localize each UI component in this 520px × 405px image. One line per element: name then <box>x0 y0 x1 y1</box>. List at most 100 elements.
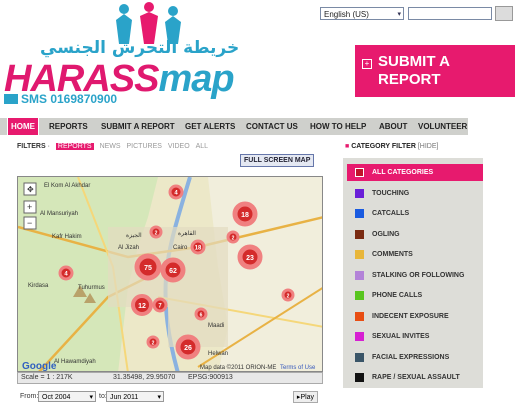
map-label: Maadi <box>208 323 224 329</box>
category-item[interactable]: RAPE / SEXUAL ASSAULT <box>347 369 483 386</box>
category-label: SEXUAL INVITES <box>372 333 430 340</box>
search-input[interactable] <box>408 7 492 20</box>
svg-text:75: 75 <box>144 265 152 272</box>
nav-contact-us[interactable]: CONTACT US <box>246 118 298 135</box>
map-cluster[interactable]: 23 <box>237 244 263 270</box>
category-label: TOUCHING <box>372 189 410 197</box>
category-item[interactable]: INDECENT EXPOSURE <box>347 308 483 325</box>
map-cluster[interactable]: 62 <box>160 257 186 283</box>
nav-volunteer[interactable]: VOLUNTEER <box>418 118 467 135</box>
category-swatch-icon <box>355 188 364 198</box>
category-swatch-icon <box>355 209 364 218</box>
map-cluster[interactable]: 4 <box>58 265 74 281</box>
nav-how-to-help[interactable]: HOW TO HELP <box>310 118 366 135</box>
map-label: Kafr Hakim <box>52 234 82 240</box>
category-label: ALL CATEGORIES <box>372 169 434 176</box>
category-swatch-icon <box>355 250 364 259</box>
filter-news[interactable]: NEWS <box>100 143 121 150</box>
map-cluster[interactable]: 2 <box>281 288 295 302</box>
svg-text:2: 2 <box>152 341 155 347</box>
map-cluster[interactable]: 18 <box>190 239 206 255</box>
from-label: From: <box>20 393 39 400</box>
category-item[interactable]: PHONE CALLS <box>347 287 483 304</box>
category-item[interactable]: CATCALLS <box>347 205 483 222</box>
chevron-down-icon: ▾ <box>89 394 93 401</box>
language-select[interactable]: English (US) ▾ <box>320 7 404 20</box>
svg-text:2: 2 <box>287 294 290 300</box>
category-item[interactable]: FACIAL EXPRESSIONS <box>347 349 483 366</box>
full-screen-map-button[interactable]: FULL SCREEN MAP <box>240 154 315 167</box>
svg-text:6: 6 <box>200 313 203 319</box>
svg-text:2: 2 <box>232 236 235 242</box>
map-cluster[interactable]: 26 <box>175 334 201 360</box>
category-item[interactable]: OGLING <box>347 226 483 243</box>
category-label: INDECENT EXPOSURE <box>372 312 449 320</box>
search-button[interactable] <box>495 6 513 21</box>
envelope-icon <box>4 94 18 104</box>
map-canvas[interactable]: El Kom Al Akhdar Al Mansuriyah Kafr Haki… <box>18 177 323 372</box>
google-logo: Google <box>22 361 57 372</box>
nav-home[interactable]: HOME <box>7 117 39 136</box>
filter-pictures[interactable]: PICTURES <box>127 143 162 150</box>
map-cluster[interactable]: 2 <box>146 335 160 349</box>
map[interactable]: El Kom Al Akhdar Al Mansuriyah Kafr Haki… <box>17 176 323 372</box>
category-swatch-icon <box>355 373 364 382</box>
category-swatch-icon <box>355 270 364 280</box>
map-cluster[interactable]: 7 <box>152 297 168 313</box>
svg-text:18: 18 <box>195 246 202 252</box>
main-nav: HOME REPORTS SUBMIT A REPORT GET ALERTS … <box>0 117 468 136</box>
category-item[interactable]: STALKING OR FOLLOWING <box>347 267 483 284</box>
category-swatch-icon <box>355 168 364 177</box>
category-item[interactable]: SEXUAL INVITES <box>347 328 483 345</box>
map-cluster[interactable]: 2 <box>226 230 240 244</box>
category-label: PHONE CALLS <box>372 292 423 299</box>
map-label: Helwan <box>208 351 228 357</box>
map-cluster[interactable]: 18 <box>232 201 258 227</box>
submit-report-button[interactable]: + SUBMIT A REPORT <box>355 45 515 97</box>
nav-submit-report[interactable]: SUBMIT A REPORT <box>101 118 175 135</box>
map-projection: EPSG:900913 <box>188 374 233 381</box>
map-label: El Kom Al Akhdar <box>44 183 90 189</box>
category-item[interactable]: TOUCHING <box>347 185 483 202</box>
category-list: ALL CATEGORIES TOUCHING CATCALLS OGLING COMM… <box>343 158 483 388</box>
nav-reports[interactable]: REPORTS <box>49 118 88 135</box>
category-swatch-icon <box>355 352 364 362</box>
svg-text:2: 2 <box>155 231 158 237</box>
svg-text:12: 12 <box>138 303 146 310</box>
map-label: Al Mansuriyah <box>40 211 78 217</box>
nav-get-alerts[interactable]: GET ALERTS <box>185 118 235 135</box>
terms-of-use-link[interactable]: Terms of Use <box>280 365 316 371</box>
map-scalebar: Scale = 1 : 217K 31.35498, 29.95070 EPSG… <box>17 372 323 384</box>
map-cluster[interactable]: 4 <box>168 184 184 200</box>
map-cluster[interactable]: 12 <box>131 294 153 316</box>
play-button[interactable]: ▸Play <box>293 391 318 403</box>
svg-text:18: 18 <box>241 212 249 219</box>
filter-all[interactable]: ALL <box>196 143 208 150</box>
map-label: Al Jizah <box>118 245 139 251</box>
map-label: Cairo <box>173 245 188 251</box>
submit-report-label: SUBMIT A REPORT <box>378 53 450 88</box>
to-date-select[interactable]: Jun 2011 ▾ <box>106 391 164 402</box>
map-zoom-controls[interactable]: ✥ + − <box>23 182 37 230</box>
category-swatch-icon <box>355 311 364 321</box>
filter-reports[interactable]: REPORTS <box>55 143 94 150</box>
map-cluster[interactable]: 2 <box>149 225 163 239</box>
category-label: CATCALLS <box>372 210 410 217</box>
category-swatch-icon <box>355 229 364 239</box>
pan-icon: ✥ <box>27 185 34 194</box>
map-label: Tuhurmus <box>78 285 105 291</box>
map-cluster[interactable]: 75 <box>134 253 162 281</box>
svg-text:23: 23 <box>246 255 254 262</box>
chevron-down-icon: ▾ <box>397 11 401 18</box>
filter-video[interactable]: VIDEO <box>168 143 190 150</box>
nav-about[interactable]: ABOUT <box>379 118 407 135</box>
hide-categories-link[interactable]: [HIDE] <box>418 143 439 150</box>
category-item[interactable]: COMMENTS <box>347 246 483 263</box>
language-select-value: English (US) <box>324 10 369 19</box>
category-label: OGLING <box>372 230 400 238</box>
category-label: FACIAL EXPRESSIONS <box>372 353 450 361</box>
svg-text:62: 62 <box>169 268 177 275</box>
map-cluster[interactable]: 6 <box>194 307 208 321</box>
category-item[interactable]: ALL CATEGORIES <box>347 164 483 181</box>
from-date-select[interactable]: Oct 2004 ▾ <box>38 391 96 402</box>
